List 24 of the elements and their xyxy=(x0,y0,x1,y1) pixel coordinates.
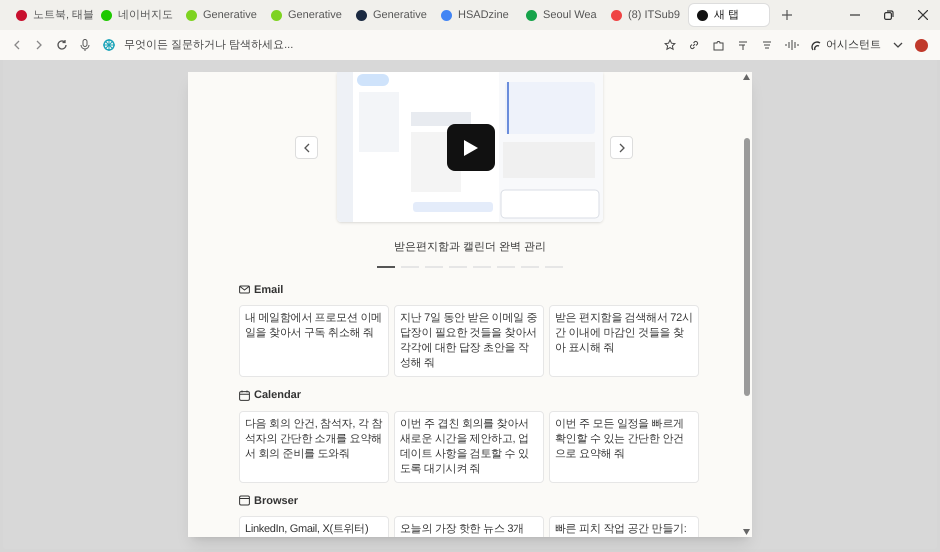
prompt-card[interactable]: 다음 회의 안건, 참석자, 각 참석자의 간단한 소개를 요약해서 회의 준비를 도와줘 xyxy=(239,410,389,482)
prompt-card[interactable]: 지난 7일 동안 받은 이메일 중 답장이 필요한 것들을 찾아서 각각에 대한 답장 초안을 작성해 줘 xyxy=(394,305,544,377)
prompt-card[interactable]: 이번 주 모든 일정을 빠르게 확인할 수 있는 간단한 안건으로 요약해 줘 xyxy=(549,410,699,482)
browser-tab[interactable]: Seoul Wea xyxy=(518,3,603,27)
prompt-card[interactable]: 빠른 피치 작업 공간 만들기: xyxy=(549,516,699,537)
browser-tab[interactable]: Generative xyxy=(178,3,263,27)
prompt-card[interactable]: 내 메일함에서 프로모션 이메일을 찾아서 구독 취소해 줘 xyxy=(239,305,389,377)
browser-tab[interactable]: (8) ITSub9 xyxy=(603,3,688,27)
prompt-card[interactable]: 받은 편지함을 검색해서 72시간 이내에 마감인 것들을 찾아 표시해 줘 xyxy=(549,305,699,377)
browser-tab[interactable]: 새 탭 xyxy=(688,3,770,27)
prompt-card[interactable]: 오늘의 가장 핫한 뉴스 3개 xyxy=(394,516,544,537)
browser-tab[interactable]: Generative xyxy=(263,3,348,27)
prompt-card[interactable]: 이번 주 겹친 회의를 찾아서 새로운 시간을 제안하고, 업데이트 사항을 검토할 수 있도록 대기시켜 줘 xyxy=(394,410,544,482)
address-field[interactable]: 무엇이든 질문하거나 탐색하세요... xyxy=(124,36,652,54)
browser-tab[interactable]: 노트북, 태블 xyxy=(8,3,93,27)
section-heading: Browser xyxy=(254,494,298,508)
browser-tab[interactable]: 네이버지도 xyxy=(93,3,178,27)
carousel-caption: 받은편지함과 캘린더 완벽 관리 xyxy=(394,240,546,255)
browser-tab[interactable]: HSADzine xyxy=(433,3,518,27)
section-heading: Email xyxy=(254,282,284,298)
prompt-card[interactable]: LinkedIn, Gmail, X(트위터) xyxy=(239,516,389,537)
section-heading: Calendar xyxy=(254,388,302,403)
assistant-button[interactable]: 어시스턴트 xyxy=(811,36,881,54)
browser-tab[interactable]: Generative xyxy=(348,3,433,27)
